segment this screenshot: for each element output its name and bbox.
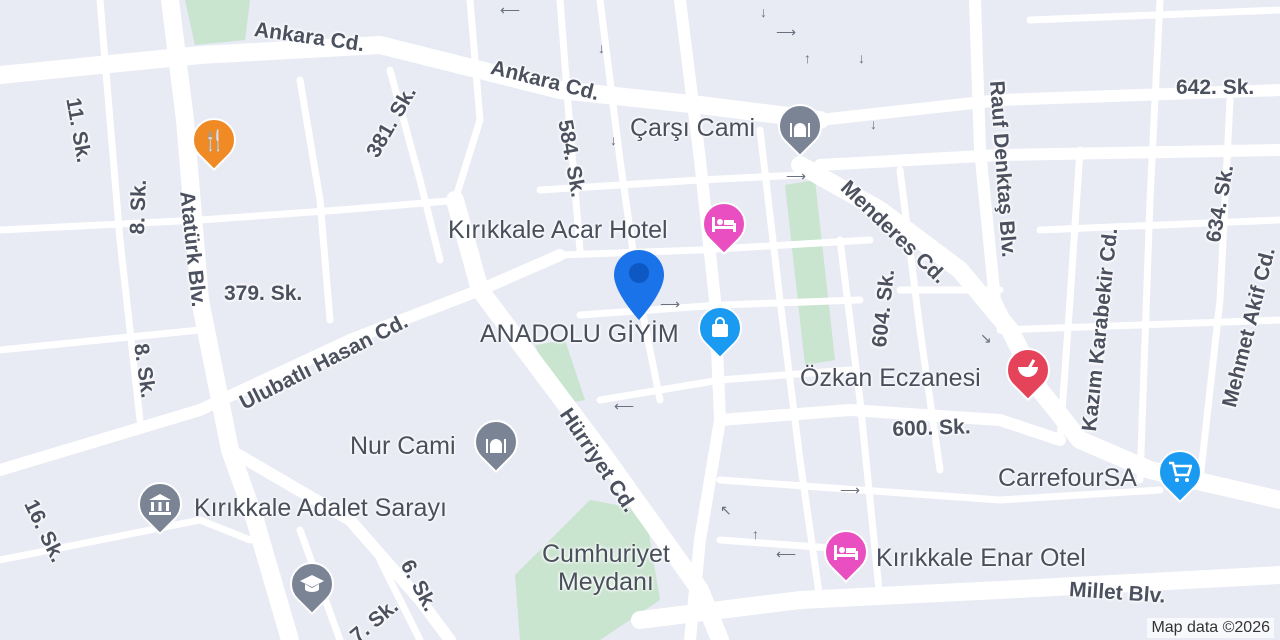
park-central [785, 180, 835, 365]
poi-label-adalet-sarayi[interactable]: Kırıkkale Adalet Sarayı [194, 494, 447, 523]
one-way-arrow-icon: ↓ [870, 116, 877, 132]
poi-label-acar-hotel[interactable]: Kırıkkale Acar Hotel [448, 216, 668, 245]
map-attribution[interactable]: Map data ©2026 [1147, 618, 1274, 638]
street-label-379-sk: 379. Sk. [224, 282, 303, 305]
park-north [185, 0, 250, 45]
street-label-8-sk: 8. Sk. [126, 179, 151, 235]
street-label-642-sk: 642. Sk. [1176, 76, 1255, 99]
one-way-arrow-icon: ↑ [752, 526, 759, 542]
poi-carsi-cami[interactable] [768, 94, 832, 158]
poi-label-ozkan-eczanesi[interactable]: Özkan Eczanesi [800, 364, 981, 393]
mortar-pestle-icon [1006, 348, 1050, 392]
one-way-arrow-icon: ⟵ [614, 398, 635, 414]
one-way-arrow-icon: ⟶ [840, 482, 861, 498]
street-label-600-sk: 600. Sk. [892, 415, 971, 441]
road-millet [631, 566, 1280, 629]
road-minor [296, 76, 334, 324]
road-minor [1026, 6, 1280, 24]
poi-label-carsi-cami[interactable]: Çarşı Cami [630, 114, 755, 143]
poi-label-carrefoursa[interactable]: CarrefourSA [998, 464, 1137, 493]
one-way-arrow-icon: ⟵ [500, 2, 521, 18]
mosque-icon [474, 420, 518, 464]
poi-ozkan-eczanesi[interactable] [996, 338, 1060, 402]
one-way-arrow-icon: ↓ [610, 132, 617, 148]
road-minor [0, 196, 464, 234]
location-pin-icon[interactable] [612, 248, 666, 322]
poi-label-cumhuriyet-meydani: Cumhuriyet Meydanı [542, 540, 670, 596]
shopping-bag-icon [698, 306, 742, 350]
graduation-cap-icon [290, 562, 334, 606]
fork-knife-icon: 🍴 [201, 129, 227, 152]
one-way-arrow-icon: ↖ [720, 502, 732, 518]
one-way-arrow-icon: ↘ [980, 330, 992, 346]
one-way-arrow-icon: ↑ [804, 50, 811, 66]
poi-label-enar-otel[interactable]: Kırıkkale Enar Otel [876, 544, 1086, 573]
one-way-arrow-icon: ⟶ [776, 24, 797, 40]
road-minor [1056, 146, 1084, 444]
road-minor [0, 326, 204, 354]
road-east-b [814, 144, 1280, 171]
one-way-arrow-icon: ↓ [760, 4, 767, 20]
poi-label-anadolu-giyim[interactable]: ANADOLU GİYİM [480, 320, 679, 349]
road-ataturk [161, 0, 299, 640]
one-way-arrow-icon: ⟶ [786, 168, 807, 184]
poi-carrefoursa[interactable] [1148, 440, 1212, 504]
map-canvas[interactable]: ⟵ ↓ ↓ ⟶ ↑ ↓ ↓ ↓ ⟶ ⟶ ⟵ ↘ ⟶ ↖ ↑ ⟵ Ankara C… [0, 0, 1280, 640]
poi-adalet-sarayi[interactable] [128, 472, 192, 536]
road-minor [1136, 0, 1164, 484]
road-minor [451, 0, 484, 204]
poi-anadolu-giyim[interactable] [688, 296, 752, 360]
bed-icon [824, 530, 868, 574]
one-way-arrow-icon: ↓ [858, 50, 865, 66]
poi-restaurant[interactable]: 🍴 [182, 108, 246, 172]
courthouse-icon [138, 482, 182, 526]
bed-icon [702, 202, 746, 246]
poi-nur-cami[interactable] [464, 410, 528, 474]
poi-school[interactable] [280, 552, 344, 616]
shopping-cart-icon [1158, 450, 1202, 494]
one-way-arrow-icon: ↓ [598, 40, 605, 56]
poi-label-nur-cami[interactable]: Nur Cami [350, 432, 456, 461]
poi-enar-otel[interactable] [814, 520, 878, 584]
poi-acar-hotel[interactable] [692, 192, 756, 256]
mosque-icon [778, 104, 822, 148]
one-way-arrow-icon: ⟵ [776, 546, 797, 562]
road-600 [714, 404, 1066, 446]
